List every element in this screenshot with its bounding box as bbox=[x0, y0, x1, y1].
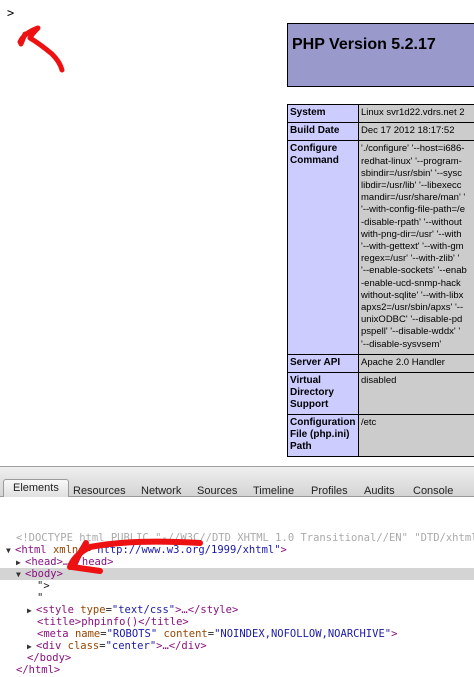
tree-div-center[interactable]: ▶ <div class="center">…</div> bbox=[0, 640, 474, 652]
info-value-line: '--enable-sockets' '--enab bbox=[361, 265, 467, 277]
info-value-line: '--with-config-file-path=/e bbox=[361, 204, 465, 216]
info-value-line: -enable-ucd-snmp-hack bbox=[361, 277, 461, 289]
info-value-line: apxs2=/usr/sbin/apxs' '-- bbox=[361, 302, 464, 314]
info-value-line: disabled bbox=[361, 375, 397, 387]
annotation-arrow-bottom-icon bbox=[67, 538, 203, 574]
info-value-line: unixODBC' '--disable-pd bbox=[361, 314, 463, 326]
info-row: Server API Apache 2.0 Handler bbox=[287, 353, 474, 374]
info-value: Linux svr1d22.vdrs.net 2 bbox=[358, 103, 474, 124]
info-value-line: regex=/usr' '--with-zlib' ' bbox=[361, 253, 460, 265]
info-value-line: sbindir=/usr/sbin' '--sysc bbox=[361, 167, 463, 179]
info-label: Build Date bbox=[287, 122, 359, 142]
info-value-line: './configure' '--host=i686- bbox=[361, 143, 465, 155]
info-value-line: mandir=/usr/share/man' ' bbox=[361, 192, 466, 204]
tree-title[interactable]: <title>phpinfo()</title> bbox=[0, 616, 474, 628]
info-label: Server API bbox=[287, 353, 359, 374]
info-value: Apache 2.0 Handler bbox=[358, 353, 474, 374]
info-label: Configuration File (php.ini) Path bbox=[287, 414, 359, 458]
info-row: System Linux svr1d22.vdrs.net 2 bbox=[287, 103, 474, 124]
tree-style[interactable]: ▶ <style type="text/css">…</style> bbox=[0, 604, 474, 616]
info-value: './configure' '--host=i686- redhat-linux'… bbox=[358, 140, 474, 355]
annotation-arrow-top-icon bbox=[17, 25, 65, 73]
info-value-line: '--disable-sysvsem' bbox=[361, 338, 442, 350]
info-label: Virtual Directory Support bbox=[287, 372, 359, 416]
info-value: /etc bbox=[358, 414, 474, 458]
tree-html-close[interactable]: </html> bbox=[0, 664, 474, 676]
php-version-title: PHP Version 5.2.17 bbox=[292, 36, 436, 53]
info-value-line: with-png-dir=/usr' '--with bbox=[361, 228, 462, 240]
info-value-line: pspell' '--disable-wddx' ' bbox=[361, 326, 461, 338]
info-value-line: Apache 2.0 Handler bbox=[361, 356, 445, 368]
info-value-line: -disable-rpath' '--without bbox=[361, 216, 462, 228]
info-value-line: without-sqlite' '--with-libx bbox=[361, 289, 464, 301]
devtools-panel: Elements Resources Network Sources Timel… bbox=[0, 466, 474, 677]
tree-meta[interactable]: <meta name="ROBOTS" content="NOINDEX,NOF… bbox=[0, 628, 474, 640]
info-value-line: /etc bbox=[361, 417, 377, 429]
info-value-line: libdir=/usr/lib' '--libexecc bbox=[361, 180, 462, 192]
info-value: disabled bbox=[358, 372, 474, 416]
php-info-table: System Linux svr1d22.vdrs.net 2 Build Date… bbox=[287, 103, 474, 458]
info-value-line: Dec 17 2012 18:17:52 bbox=[361, 125, 455, 137]
info-value: Dec 17 2012 18:17:52 bbox=[358, 122, 474, 142]
info-value-line: '--with-gettext' '--with-gm bbox=[361, 241, 464, 253]
info-row: Virtual Directory Support disabled bbox=[287, 372, 474, 416]
info-row: Build Date Dec 17 2012 18:17:52 bbox=[287, 122, 474, 142]
info-value-line: Linux svr1d22.vdrs.net 2 bbox=[361, 107, 465, 118]
rendered-page: > PHP Version 5.2.17 System Linux svr1d22… bbox=[0, 0, 474, 466]
info-label: System bbox=[287, 103, 359, 124]
info-row: Configure Command './configure' '--host=i… bbox=[287, 140, 474, 355]
info-row: Configuration File (php.ini) Path/etc bbox=[287, 414, 474, 458]
info-label: Configure Command bbox=[287, 140, 359, 355]
info-value-line: redhat-linux' '--program- bbox=[361, 155, 462, 167]
tree-body-close[interactable]: </body> bbox=[0, 652, 474, 664]
php-version-header: PHP Version 5.2.17 bbox=[287, 23, 474, 87]
